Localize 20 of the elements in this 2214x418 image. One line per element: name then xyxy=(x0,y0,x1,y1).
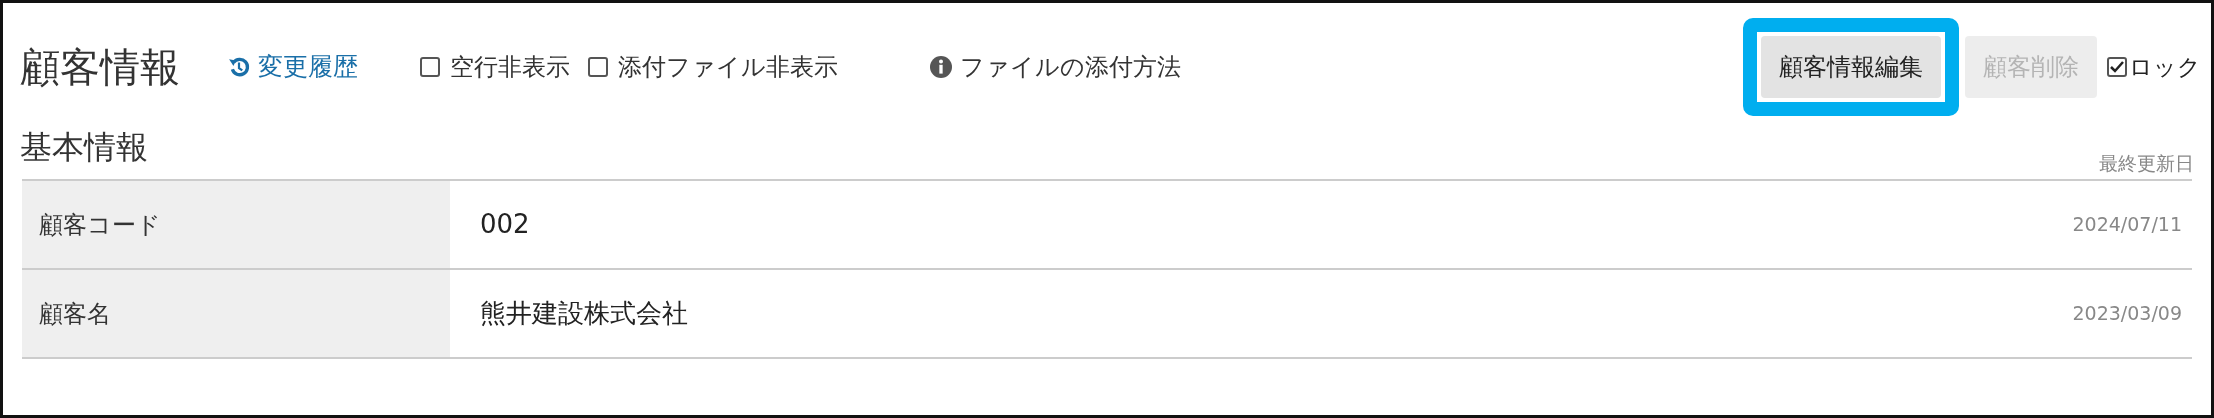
checked-checkbox[interactable] xyxy=(2107,57,2127,77)
updated-date: 2024/07/11 xyxy=(2072,212,2183,238)
history-icon xyxy=(228,56,250,78)
checkbox[interactable] xyxy=(588,57,608,77)
updated-date: 2023/03/09 xyxy=(2072,301,2183,327)
page-title: 顧客情報 xyxy=(20,43,180,92)
info-icon xyxy=(930,56,952,78)
history-link[interactable]: 変更履歴 xyxy=(228,48,358,86)
field-value: 002 xyxy=(479,208,530,241)
field-label: 顧客名 xyxy=(22,270,450,357)
edit-button[interactable]: 顧客情報編集 xyxy=(1761,36,1941,98)
checkbox-label: 空行非表示 xyxy=(450,52,570,83)
column-heading: 最終更新日 xyxy=(2099,150,2194,176)
field-label: 顧客コード xyxy=(22,181,450,268)
section-title: 基本情報 xyxy=(20,131,148,168)
checkbox-label: 添付ファイル非表示 xyxy=(618,52,838,83)
field-value: 熊井建設株式会社 xyxy=(479,297,688,330)
checkbox[interactable] xyxy=(420,57,440,77)
lock-label: ロック xyxy=(2129,52,2201,82)
help-link[interactable]: ファイルの添付方法 xyxy=(930,49,1181,85)
